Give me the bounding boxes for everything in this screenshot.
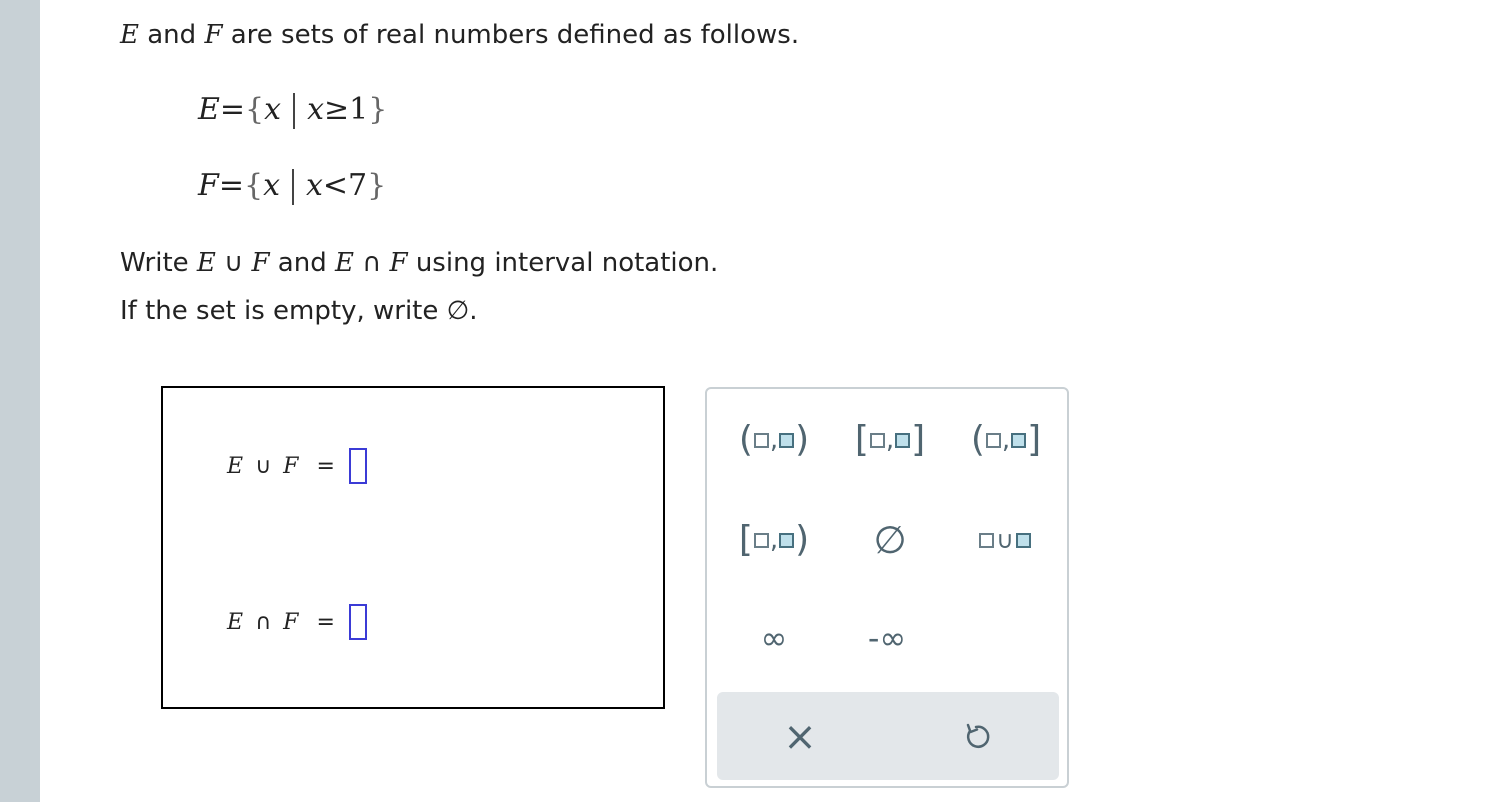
negative-infinity-button[interactable]: -∞	[847, 615, 927, 661]
infinity-icon: ∞	[760, 619, 788, 657]
clear-button[interactable]: ×	[775, 712, 825, 762]
definition-set-e: E={x x≥1}	[198, 92, 388, 129]
empty-set-icon: ∅	[873, 518, 907, 562]
closed-open-interval-button[interactable]: [,)	[729, 517, 819, 563]
empty-set-instruction: If the set is empty, write ∅.	[120, 296, 478, 326]
union-answer-row: E ∪ F =	[227, 448, 367, 484]
close-icon: ×	[783, 714, 817, 760]
instruction-text: Write E ∪ F and E ∩ F using interval not…	[120, 248, 719, 278]
keypad-action-bar: ×	[717, 692, 1059, 780]
open-interval-button[interactable]: (,)	[729, 417, 819, 463]
intersection-answer-input[interactable]	[348, 604, 367, 640]
open-closed-interval-button[interactable]: (,]	[961, 417, 1051, 463]
definition-set-f: F={x x<7}	[198, 168, 387, 205]
undo-button[interactable]	[951, 712, 1001, 762]
infinity-button[interactable]: ∞	[739, 615, 809, 661]
left-sidebar-strip	[0, 0, 40, 802]
empty-set-button[interactable]: ∅	[855, 517, 925, 563]
answer-box: E ∪ F = E ∩ F =	[161, 386, 665, 709]
closed-interval-button[interactable]: [,]	[845, 417, 935, 463]
union-button[interactable]: ∪	[965, 517, 1045, 563]
union-answer-input[interactable]	[348, 448, 367, 484]
math-keypad: (,) [,] (,] [,) ∅ ∪ ∞ -∞ ×	[705, 387, 1069, 788]
intro-text: E and F are sets of real numbers defined…	[120, 20, 800, 50]
intersection-answer-row: E ∩ F =	[227, 604, 367, 640]
negative-infinity-icon: -∞	[867, 619, 907, 657]
undo-icon	[966, 723, 990, 748]
